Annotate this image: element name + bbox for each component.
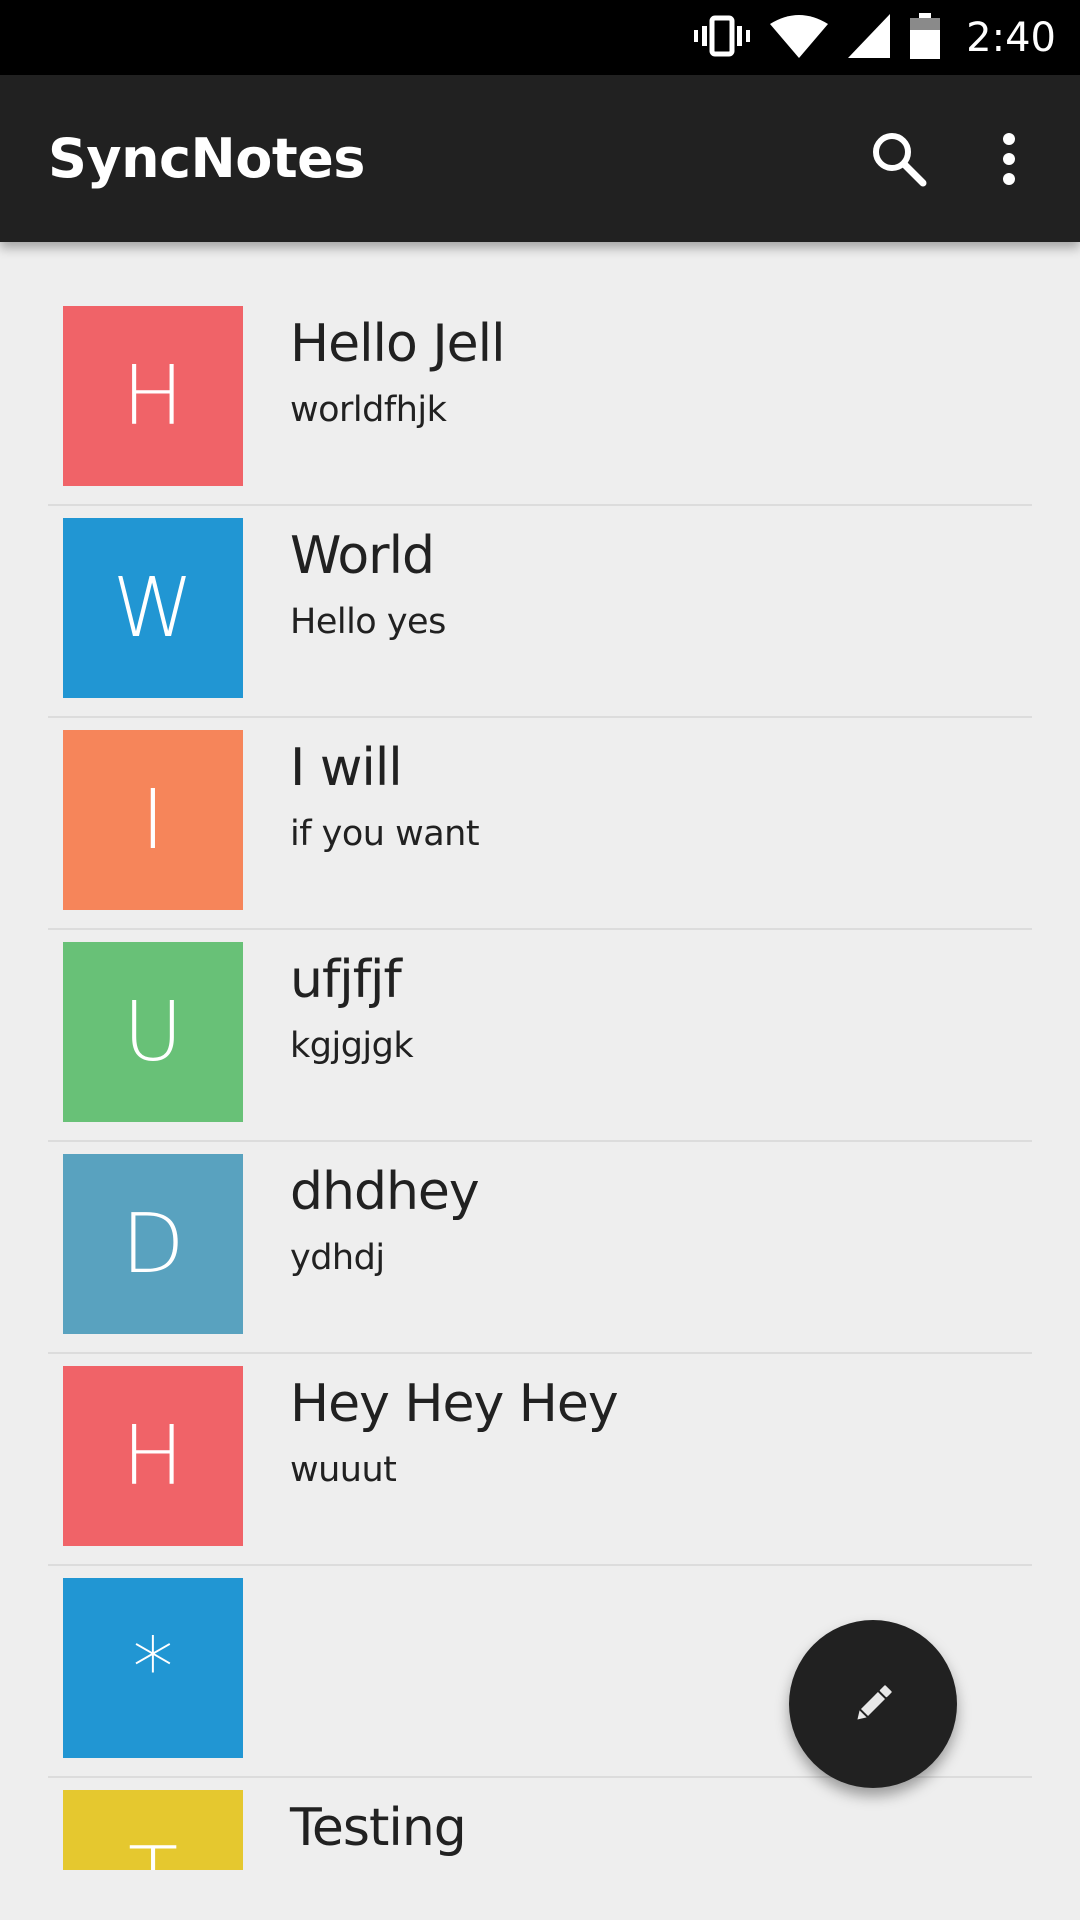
more-vert-icon — [1003, 133, 1015, 185]
more-options-button[interactable] — [968, 118, 1050, 200]
note-preview: if you want — [290, 814, 480, 854]
note-title: dhdhey — [290, 1162, 480, 1222]
vibrate-icon — [694, 12, 751, 64]
note-item[interactable]: H Hey Hey Hey wuuut — [48, 1354, 1032, 1566]
status-icons: 2:40 — [694, 0, 1056, 75]
status-time: 2:40 — [966, 14, 1056, 61]
status-bar: 2:40 — [0, 0, 1080, 75]
battery-icon — [910, 12, 941, 63]
note-title: Hey Hey Hey — [290, 1374, 619, 1434]
note-avatar: * — [63, 1578, 243, 1758]
note-item[interactable]: W World Hello yes — [48, 506, 1032, 718]
note-preview: kgjgjgk — [290, 1026, 414, 1066]
note-preview: wuuut — [290, 1450, 397, 1490]
note-item[interactable]: D dhdhey ydhdj — [48, 1142, 1032, 1354]
search-icon — [873, 133, 927, 187]
note-avatar: D — [63, 1154, 243, 1334]
note-title: World — [290, 526, 435, 586]
note-preview: Hello yes — [290, 602, 446, 642]
search-button[interactable] — [858, 118, 940, 200]
note-item[interactable]: H Hello Jell worldfhjk — [48, 294, 1032, 506]
note-item[interactable]: I I will if you want — [48, 718, 1032, 930]
new-note-fab[interactable] — [789, 1620, 957, 1788]
note-avatar: I — [63, 730, 243, 910]
app-toolbar: SyncNotes — [0, 75, 1080, 242]
app-title: SyncNotes — [48, 127, 365, 190]
note-item[interactable]: T Testing — [48, 1778, 1032, 1870]
note-avatar: U — [63, 942, 243, 1122]
note-title: ufjfjf — [290, 950, 402, 1010]
note-title: I will — [290, 738, 403, 798]
wifi-icon — [770, 14, 829, 62]
note-avatar: T — [63, 1790, 243, 1870]
note-avatar: W — [63, 518, 243, 698]
note-title: Testing — [290, 1798, 467, 1858]
note-preview: worldfhjk — [290, 390, 447, 430]
cell-signal-icon — [848, 13, 891, 62]
note-title: Hello Jell — [290, 314, 506, 374]
note-avatar: H — [63, 1366, 243, 1546]
note-preview: ydhdj — [290, 1238, 385, 1278]
pencil-icon — [857, 1685, 892, 1720]
note-avatar: H — [63, 306, 243, 486]
note-item[interactable]: U ufjfjf kgjgjgk — [48, 930, 1032, 1142]
